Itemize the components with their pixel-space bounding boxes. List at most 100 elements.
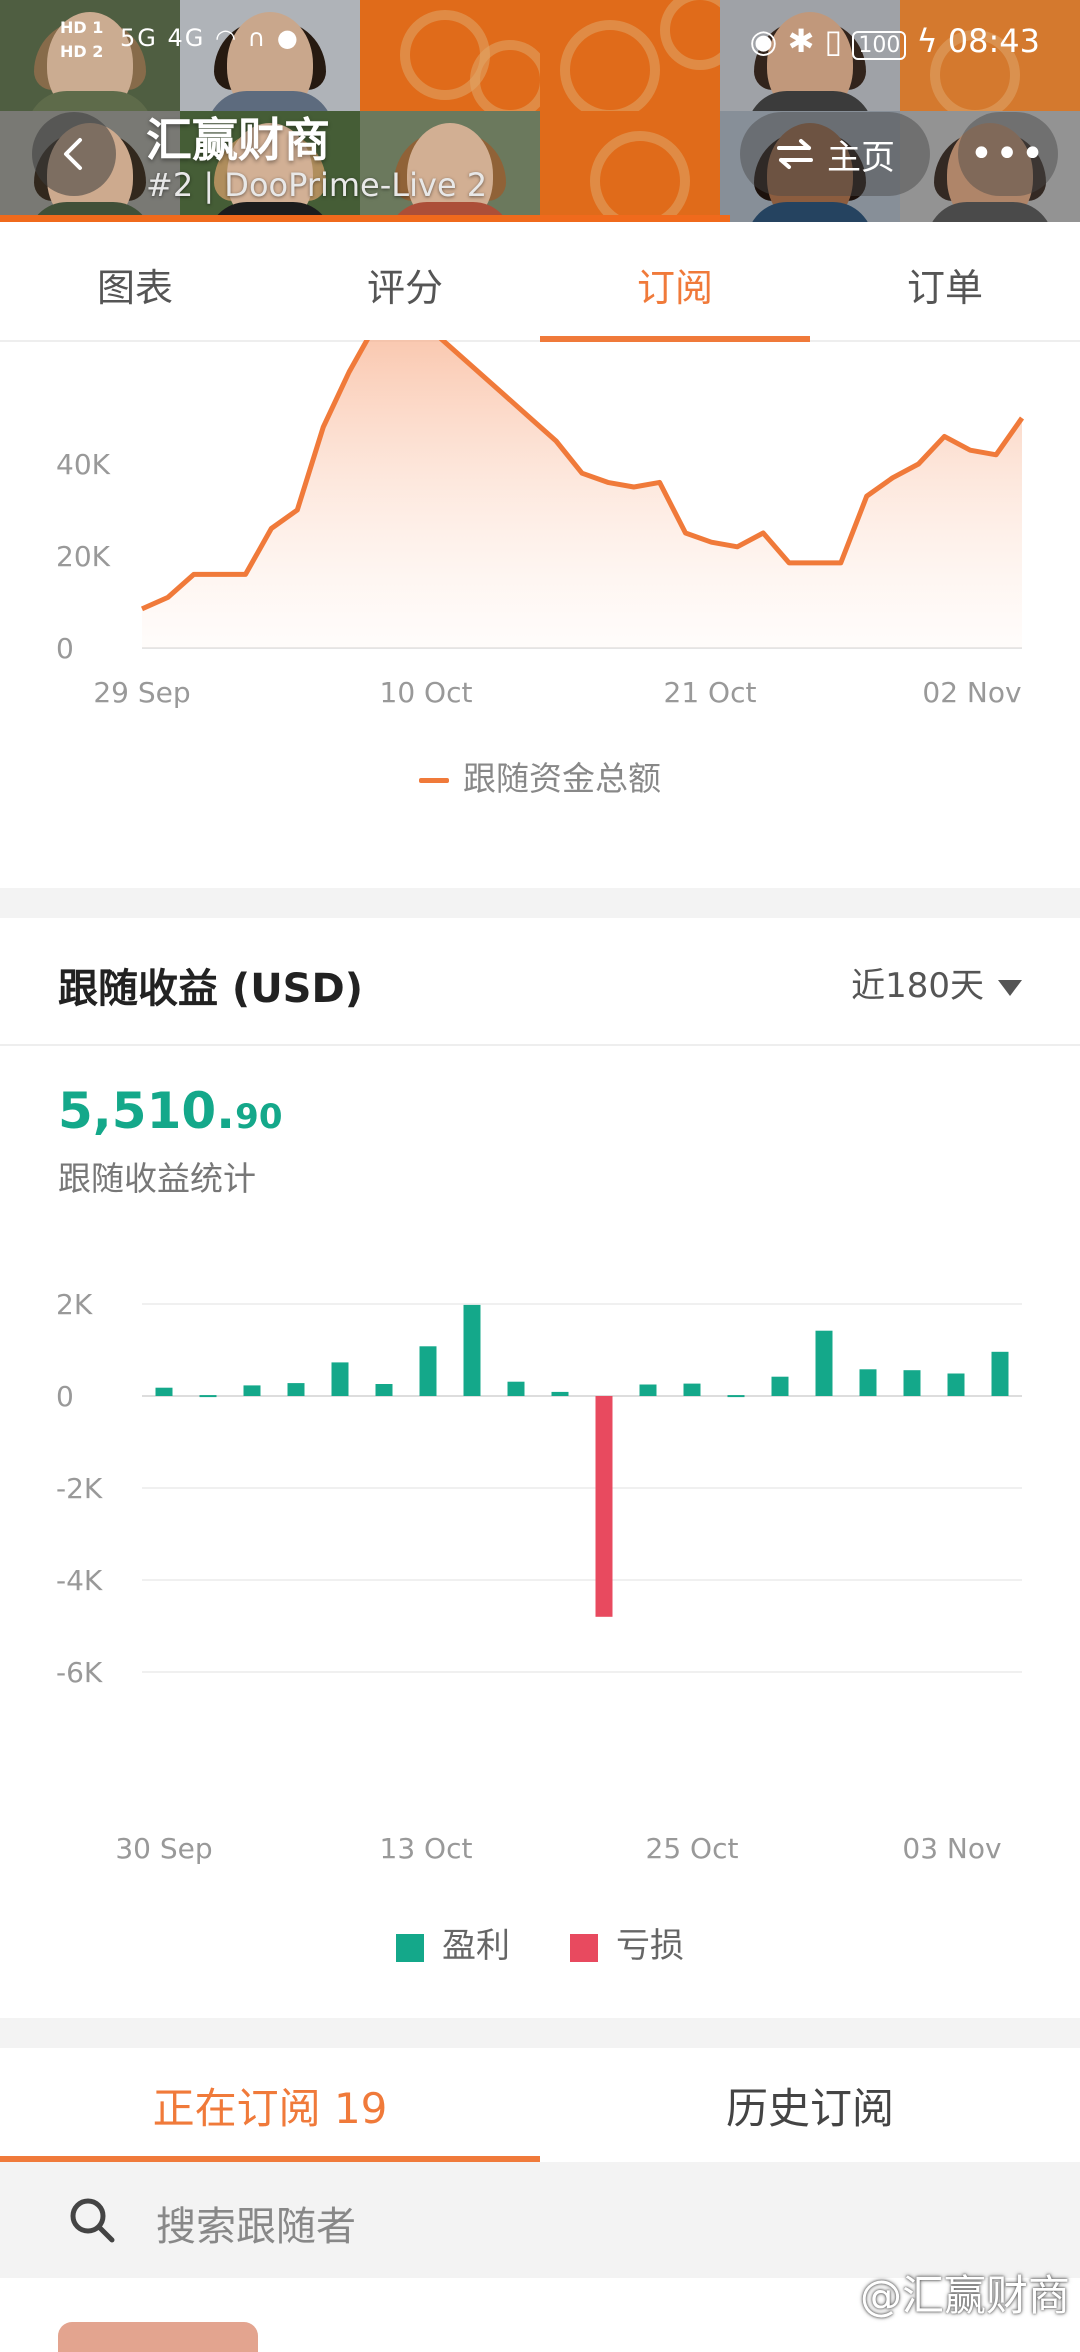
period-dropdown[interactable]: 近180天: [851, 958, 1022, 1007]
tab-label: 历史订阅: [725, 2083, 894, 2133]
y-tick-label: 20K: [56, 540, 111, 573]
tab-label: 图表: [96, 265, 173, 310]
wechat-icon: ●: [276, 24, 300, 52]
legend-line-swatch: [419, 778, 449, 783]
header-accent-line: [0, 215, 730, 222]
y-tick-label: 0: [56, 632, 74, 665]
y-tick-label: 2K: [56, 1288, 93, 1321]
tab-subscribe[interactable]: 订阅: [540, 228, 810, 342]
profit-bar: [683, 1383, 701, 1396]
profit-bar: [551, 1391, 569, 1396]
chart-legend: 盈利 亏损: [0, 1918, 1080, 1967]
profit-bar: [507, 1381, 525, 1396]
chart-legend: 跟随资金总额: [0, 752, 1080, 800]
headphones-icon: ∩: [247, 24, 268, 52]
loss-bar: [595, 1396, 613, 1617]
legend-swatch: [570, 1933, 598, 1962]
follower-avatar[interactable]: [58, 2322, 258, 2352]
legend-label: 亏损: [616, 1926, 684, 1966]
tab-orders[interactable]: 订单: [810, 228, 1080, 340]
legend-item-loss: 亏损: [570, 1918, 684, 1967]
eye-icon: ◉: [749, 22, 778, 60]
profit-bar: [991, 1351, 1009, 1396]
x-tick-label: 02 Nov: [922, 676, 1021, 709]
tab-chart[interactable]: 图表: [0, 228, 270, 340]
tab-current-subscriptions[interactable]: 正在订阅 19: [0, 2048, 540, 2162]
battery-icon: 100: [852, 31, 907, 60]
profit-bar: [639, 1384, 657, 1396]
account-subtitle: #2 | DooPrime-Live 2: [146, 166, 488, 204]
series-area: [142, 340, 1022, 648]
x-tick-label: 03 Nov: [902, 1832, 1001, 1865]
hd2-label: HD 2: [60, 42, 104, 61]
profit-bar: [331, 1362, 349, 1396]
section-divider: [0, 2018, 1080, 2048]
y-tick-label: -4K: [56, 1564, 103, 1597]
legend-item-profit: 盈利: [396, 1918, 510, 1967]
status-right: ◉ ✱ ▯ 100 ϟ 08:43: [749, 22, 1040, 60]
hd1-label: HD 1: [60, 18, 104, 37]
chevron-left-icon: [64, 138, 82, 170]
watermark: @汇赢财商: [859, 2271, 1070, 2320]
legend-label: 盈利: [442, 1926, 510, 1966]
status-bar: HD 1 HD 2 5G 4G ◠ ∩ ● ◉ ✱ ▯ 100 ϟ 08:43: [0, 14, 1080, 70]
x-tick-label: 10 Oct: [380, 676, 473, 709]
more-button[interactable]: •••: [958, 112, 1058, 196]
profit-bar: [859, 1369, 877, 1396]
swap-icon: [777, 139, 813, 169]
more-icon: •••: [969, 131, 1047, 177]
tab-history-subscriptions[interactable]: 历史订阅: [540, 2048, 1080, 2162]
total-decimal: 90: [235, 1097, 283, 1137]
profit-bar: [287, 1383, 305, 1396]
signal-icon: 5G 4G ◠ ∩ ●: [120, 24, 300, 52]
home-label: 主页: [827, 137, 895, 178]
search-input[interactable]: 搜索跟随者: [156, 2194, 356, 2252]
back-button[interactable]: [32, 112, 116, 196]
earnings-total-label: 跟随收益统计: [58, 1159, 256, 1198]
profit-bar: [903, 1370, 921, 1396]
earnings-total: 5,510.90: [58, 1082, 282, 1140]
x-tick-label: 30 Sep: [115, 1832, 212, 1865]
profit-bar: [419, 1346, 437, 1396]
x-tick-label: 25 Oct: [646, 1832, 739, 1865]
tab-label: 正在订阅 19: [152, 2083, 388, 2133]
earnings-header: 跟随收益 (USD) 近180天: [0, 918, 1080, 1046]
follower-search-bar[interactable]: 搜索跟随者: [0, 2162, 1080, 2278]
total-integer: 5,510.: [58, 1082, 236, 1140]
search-icon: [70, 2198, 115, 2243]
caret-down-icon: [998, 979, 1022, 996]
tab-rating[interactable]: 评分: [270, 228, 540, 340]
vibrate-icon: ▯: [824, 22, 843, 60]
profit-bar: [771, 1376, 789, 1396]
period-label: 近180天: [851, 966, 984, 1006]
x-tick-label: 21 Oct: [664, 676, 757, 709]
signal-label: 5G 4G: [120, 24, 206, 52]
profit-bar: [243, 1385, 261, 1396]
earnings-bar-chart: 2K 0 -2K -4K -6K 30 Sep 13 Oct 25 Oct 03 Nov: [56, 1288, 1022, 1865]
y-tick-label: -2K: [56, 1472, 103, 1505]
page-title: 汇赢财商: [146, 113, 330, 167]
profit-bar: [199, 1395, 217, 1398]
wifi-icon: ◠: [215, 24, 238, 52]
legend-swatch: [396, 1933, 424, 1962]
home-button[interactable]: 主页: [740, 112, 930, 196]
charging-icon: ϟ: [916, 22, 938, 60]
profit-bar: [463, 1304, 481, 1396]
profit-bar: [947, 1373, 965, 1396]
tab-label: 订单: [906, 265, 983, 310]
x-tick-label: 29 Sep: [93, 676, 190, 709]
series-group: [140, 340, 1025, 648]
main-tabs: 图表 评分 订阅 订单: [0, 228, 1080, 342]
bluetooth-icon: ✱: [787, 22, 815, 60]
section-title: 跟随收益 (USD): [58, 966, 363, 1012]
app-header: HD 1 HD 2 5G 4G ◠ ∩ ● ◉ ✱ ▯ 100 ϟ 08:43 …: [0, 0, 1080, 222]
tab-label: 订阅: [636, 265, 713, 310]
profit-bar: [815, 1330, 833, 1396]
tab-label: 评分: [366, 265, 443, 310]
profit-bar: [375, 1384, 393, 1396]
y-tick-label: 0: [56, 1380, 74, 1413]
y-tick-label: -6K: [56, 1656, 103, 1689]
clock: 08:43: [947, 22, 1040, 60]
profit-bar: [727, 1395, 745, 1398]
legend-label: 跟随资金总额: [463, 759, 661, 798]
